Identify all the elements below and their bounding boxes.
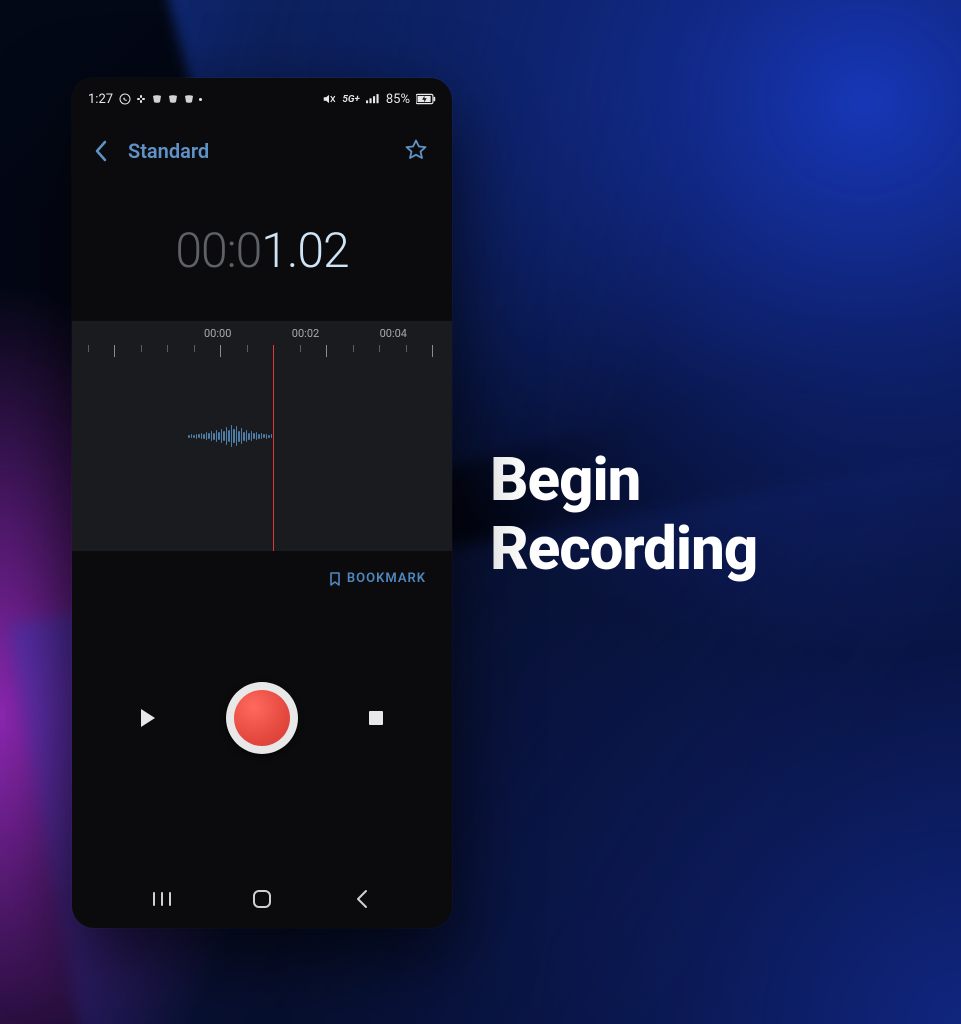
bookmark-label: BOOKMARK [347, 571, 426, 586]
record-icon [234, 690, 290, 746]
home-icon [252, 889, 272, 909]
instruction-line-2: Recording [490, 514, 757, 583]
discord-icon [151, 93, 163, 105]
more-notifications-icon [199, 98, 202, 101]
instruction-title: Begin Recording [490, 445, 757, 583]
header-title: Standard [128, 139, 209, 163]
slack-icon [135, 93, 147, 105]
discord-icon-3 [183, 93, 195, 105]
stop-button[interactable] [362, 704, 390, 732]
bookmark-icon [329, 572, 341, 586]
recording-timer: 00:01.02 [72, 222, 452, 279]
star-outline-icon [404, 138, 428, 162]
network-label: 5G+ [342, 94, 360, 105]
waveform-region[interactable]: 00:00 00:02 00:04 [72, 321, 452, 551]
nav-back-button[interactable] [350, 887, 374, 911]
chevron-left-icon [355, 889, 369, 909]
chevron-left-icon [94, 140, 108, 162]
instruction-line-1: Begin [490, 445, 757, 514]
home-button[interactable] [250, 887, 274, 911]
phone-frame: 1:27 5G+ 85% Standard [72, 78, 452, 928]
status-bar: 1:27 5G+ 85% [72, 78, 452, 108]
bookmark-button[interactable]: BOOKMARK [72, 551, 452, 586]
record-button[interactable] [226, 682, 298, 754]
audio-waveform [188, 416, 272, 456]
status-left: 1:27 [88, 92, 202, 107]
recording-controls [72, 586, 452, 880]
battery-percent: 85% [386, 92, 410, 107]
status-time: 1:27 [88, 92, 113, 107]
timeline-label: 00:00 [204, 327, 231, 340]
recents-icon [152, 891, 172, 907]
signal-icon [366, 93, 380, 105]
play-button[interactable] [134, 704, 162, 732]
back-button[interactable] [88, 138, 114, 164]
system-nav-bar [72, 880, 452, 928]
favorite-button[interactable] [404, 138, 430, 164]
timer-dim: 00:0 [175, 222, 261, 279]
mute-icon [322, 93, 336, 105]
whatsapp-icon [119, 93, 131, 105]
timeline-label: 00:02 [292, 327, 319, 340]
status-right: 5G+ 85% [322, 92, 436, 107]
app-header: Standard [72, 108, 452, 174]
stop-icon [368, 710, 384, 726]
recents-button[interactable] [150, 887, 174, 911]
discord-icon-2 [167, 93, 179, 105]
status-notification-icons [119, 93, 202, 105]
play-icon [139, 708, 157, 728]
battery-icon [416, 93, 436, 105]
timeline-labels: 00:00 00:02 00:04 [72, 327, 452, 340]
timeline-ruler [72, 345, 452, 363]
playhead-indicator [273, 345, 274, 551]
timeline-label: 00:04 [380, 327, 407, 340]
timer-lit: 1.02 [261, 222, 348, 279]
